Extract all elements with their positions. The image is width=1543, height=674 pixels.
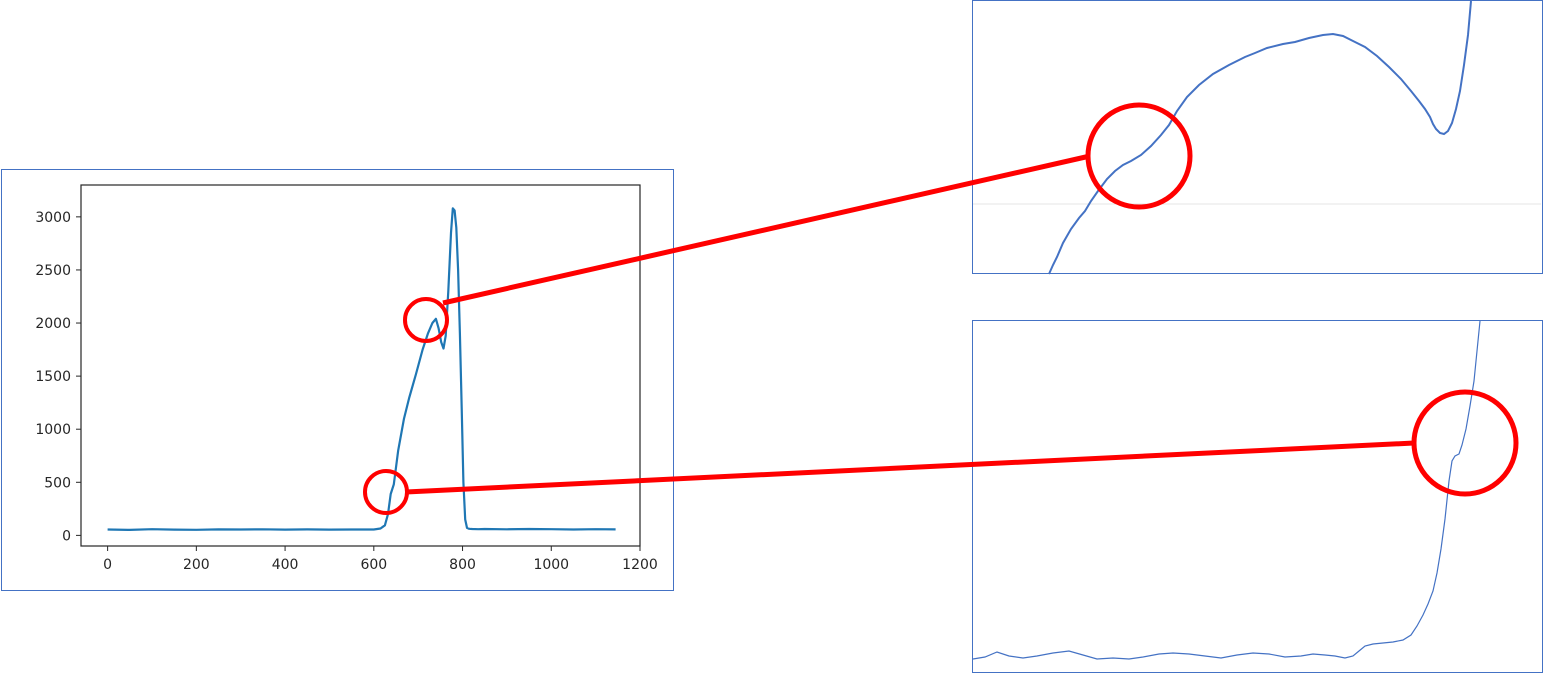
series-line bbox=[107, 207, 616, 531]
zoom-panel-bottom bbox=[972, 320, 1543, 673]
x-tick-label: 800 bbox=[449, 557, 476, 573]
zoom-bottom-plot bbox=[972, 320, 1481, 660]
y-tick-label: 3000 bbox=[35, 210, 71, 226]
x-tick-label: 400 bbox=[272, 557, 299, 573]
x-tick-label: 1200 bbox=[622, 557, 658, 573]
x-tick-label: 1000 bbox=[533, 557, 569, 573]
main-line-chart: 0 200 400 600 800 1000 1200 0 500 1000 1500 2000 250… bbox=[35, 184, 658, 573]
y-tick-label: 1000 bbox=[35, 422, 71, 438]
plot-frame bbox=[80, 184, 641, 547]
y-tick-label: 2500 bbox=[35, 263, 71, 279]
x-tick-label: 600 bbox=[360, 557, 387, 573]
y-tick-label: 2000 bbox=[35, 316, 71, 332]
y-tick-label: 1500 bbox=[35, 369, 71, 385]
zoom-top-plot bbox=[973, 0, 1541, 275]
zoom-top-curve bbox=[1048, 0, 1472, 275]
y-tick-label: 0 bbox=[62, 528, 71, 544]
y-tick-label: 500 bbox=[44, 475, 71, 491]
zoom-bottom-curve bbox=[972, 320, 1481, 660]
main-chart-panel: 0 200 400 600 800 1000 1200 0 500 1000 1500 2000 250… bbox=[1, 169, 674, 591]
zoom-panel-top bbox=[972, 0, 1543, 275]
x-tick-label: 200 bbox=[183, 557, 210, 573]
x-tick-label: 0 bbox=[103, 557, 112, 573]
